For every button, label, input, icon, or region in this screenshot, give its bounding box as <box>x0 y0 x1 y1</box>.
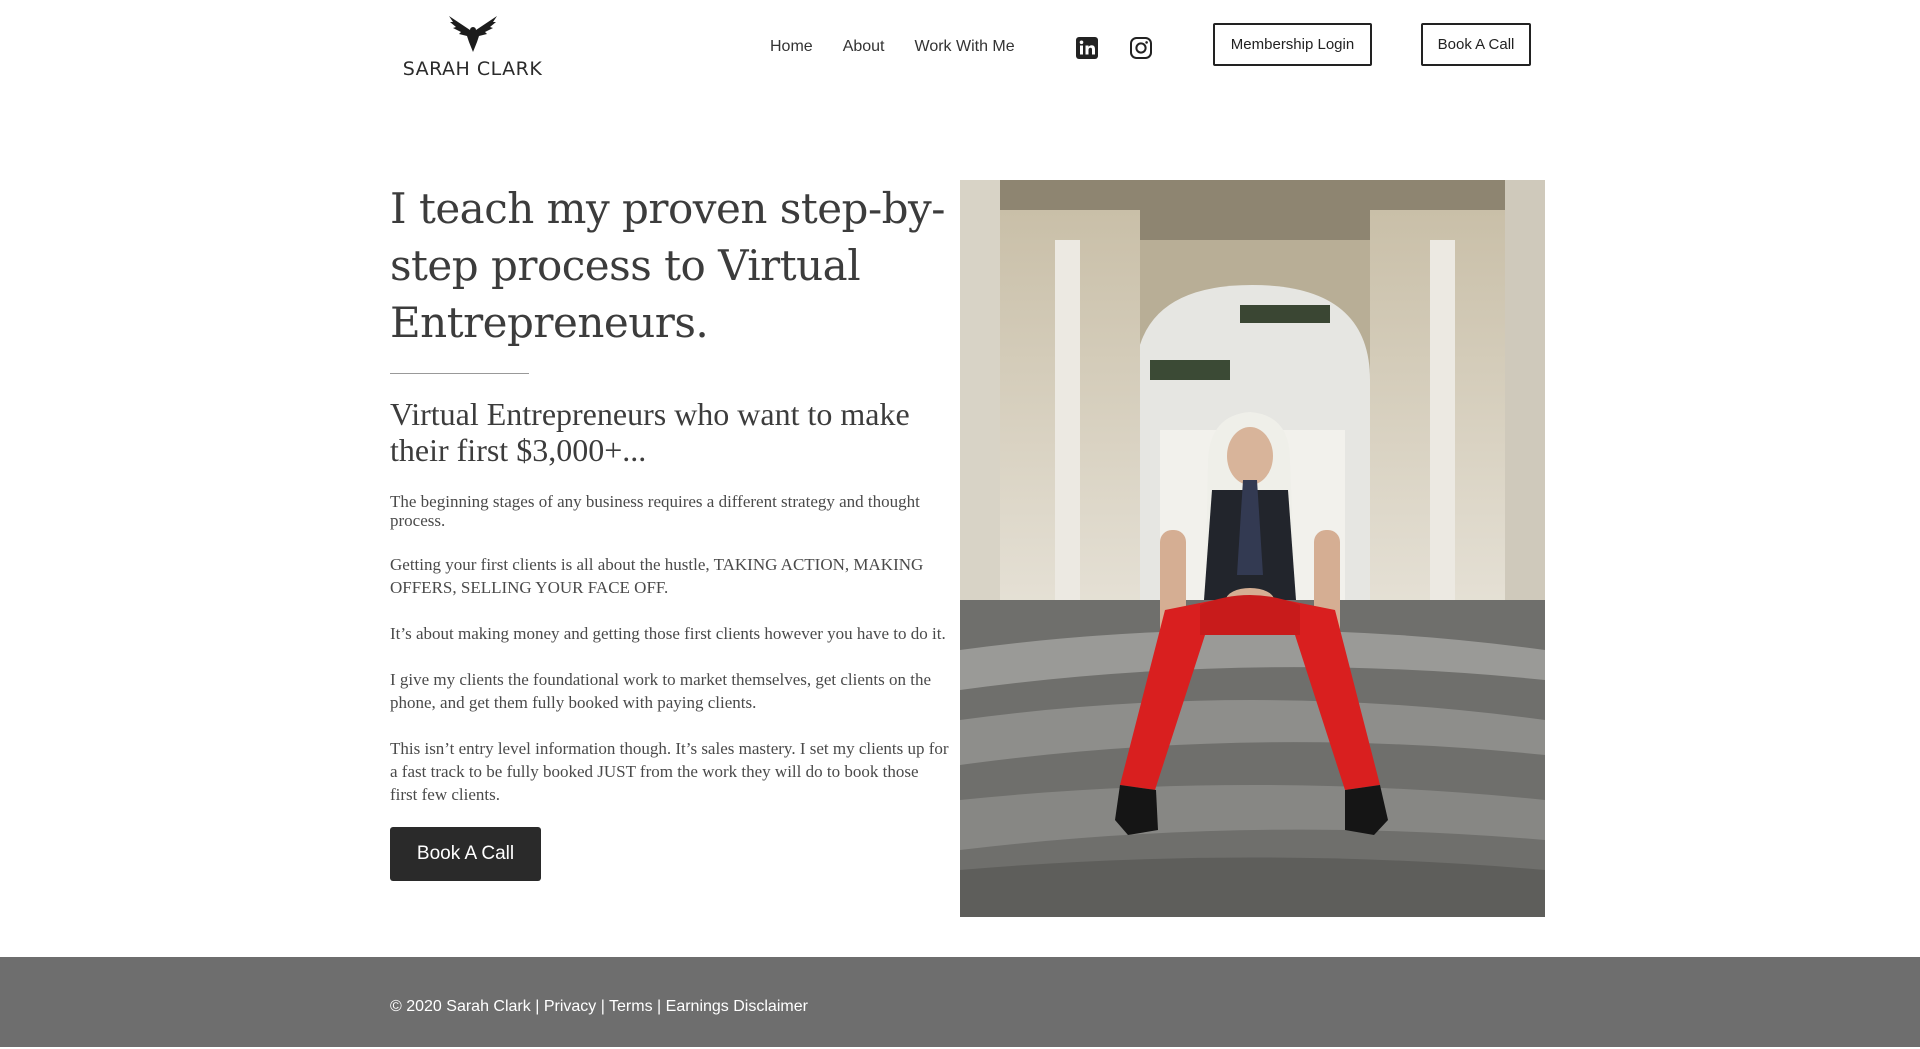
hero-subheading: Virtual Entrepreneurs who want to make t… <box>390 396 910 468</box>
privacy-link[interactable]: Privacy <box>544 998 596 1015</box>
nav-work-with-me[interactable]: Work With Me <box>915 38 1015 56</box>
footer-separator: | <box>596 998 605 1015</box>
copyright-text: © 2020 Sarah Clark | <box>390 998 540 1015</box>
woman-on-steps-image <box>960 180 1545 917</box>
earnings-disclaimer-link[interactable]: Earnings Disclaimer <box>666 998 808 1015</box>
hero-content: I teach my proven step-by-step process t… <box>390 180 950 881</box>
paragraph-4: I give my clients the foundational work … <box>390 670 932 712</box>
paragraph-3: It’s about making money and getting thos… <box>390 624 946 643</box>
main-nav: Home About Work With Me <box>770 38 1015 56</box>
header-book-call-button[interactable]: Book A Call <box>1421 23 1531 66</box>
paragraph-2: Getting your first clients is all about … <box>390 555 924 597</box>
divider <box>390 373 529 374</box>
footer-links: © 2020 Sarah Clark | Privacy | Terms | E… <box>390 998 808 1016</box>
site-footer: © 2020 Sarah Clark | Privacy | Terms | E… <box>0 957 1920 1049</box>
logo[interactable]: SARAH CLARK <box>400 12 545 82</box>
site-header: SARAH CLARK Home About Work With Me Memb… <box>0 0 1920 100</box>
paragraph-5: This isn’t entry level information thoug… <box>390 739 949 804</box>
linkedin-icon[interactable] <box>1075 36 1099 60</box>
nav-about[interactable]: About <box>843 38 885 56</box>
eagle-logo-icon <box>448 16 497 52</box>
hero-headline: I teach my proven step-by-step process t… <box>390 184 945 347</box>
footer-separator: | <box>657 998 662 1015</box>
paragraph-1: The beginning stages of any business req… <box>390 492 920 530</box>
book-call-button[interactable]: Book A Call <box>390 827 541 881</box>
instagram-icon[interactable] <box>1129 36 1153 60</box>
membership-login-button[interactable]: Membership Login <box>1213 23 1372 66</box>
logo-text: SARAH CLARK <box>402 58 543 80</box>
nav-home[interactable]: Home <box>770 38 813 56</box>
terms-link[interactable]: Terms <box>609 998 653 1015</box>
hero-photo <box>960 180 1545 917</box>
